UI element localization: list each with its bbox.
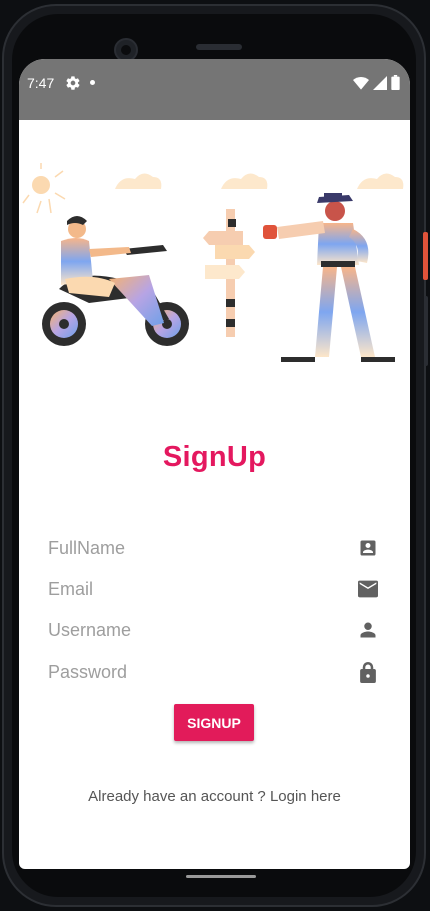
- username-input[interactable]: [48, 619, 328, 641]
- mail-icon: [358, 579, 378, 599]
- contact-card-icon: [358, 538, 378, 558]
- home-indicator[interactable]: [186, 875, 256, 878]
- status-time: 7:47: [27, 75, 55, 91]
- fullname-input[interactable]: [48, 537, 328, 559]
- email-input[interactable]: [48, 578, 328, 600]
- wifi-icon: [353, 75, 369, 94]
- signup-illustration: [22, 163, 404, 362]
- status-icons: [353, 75, 400, 94]
- status-bar: 7:47: [19, 59, 410, 120]
- signal-icon: [373, 75, 387, 94]
- login-link[interactable]: Already have an account ? Login here: [19, 788, 410, 805]
- app-screen: 7:47 SignUp FullName Email Username SIGN…: [19, 59, 410, 869]
- signup-button[interactable]: SIGNUP: [174, 704, 254, 741]
- person-icon: [358, 620, 378, 640]
- battery-icon: [391, 75, 400, 94]
- notification-dot: [90, 80, 95, 85]
- volume-button[interactable]: [424, 296, 428, 366]
- earpiece-speaker: [196, 44, 242, 50]
- page-title: SignUp: [162, 441, 267, 473]
- lock-icon: [358, 661, 378, 683]
- email-field[interactable]: [48, 574, 378, 604]
- password-field[interactable]: [48, 657, 378, 687]
- username-field[interactable]: [48, 615, 378, 645]
- power-button[interactable]: [423, 232, 428, 280]
- gear-icon: [65, 75, 81, 95]
- fullname-field[interactable]: [48, 533, 378, 563]
- password-input[interactable]: [48, 661, 328, 683]
